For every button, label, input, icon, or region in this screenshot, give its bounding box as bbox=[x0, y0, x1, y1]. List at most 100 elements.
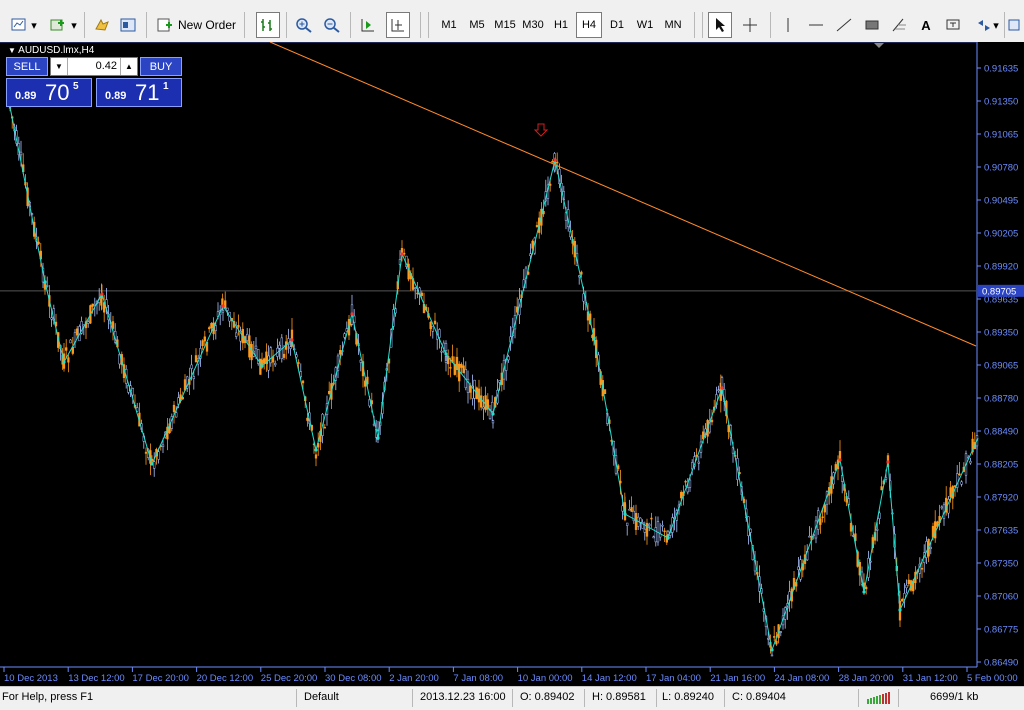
zigzag-line bbox=[9, 106, 979, 652]
navigator-icon[interactable] bbox=[116, 12, 140, 38]
candle-body bbox=[535, 225, 539, 228]
cursor-icon[interactable] bbox=[708, 12, 732, 38]
pivot-point bbox=[898, 608, 902, 612]
market-watch-icon[interactable] bbox=[90, 12, 114, 38]
candle-body bbox=[414, 287, 417, 290]
crosshair-icon[interactable] bbox=[738, 12, 762, 38]
sell-price-box[interactable]: 0.89 70 5 bbox=[6, 78, 92, 107]
candle-body bbox=[192, 376, 195, 379]
fibonacci-icon[interactable] bbox=[888, 12, 912, 38]
timeframe-m1[interactable]: M1 bbox=[436, 12, 462, 38]
trendline-icon[interactable] bbox=[832, 12, 856, 38]
trendline bbox=[269, 42, 977, 347]
candle-body bbox=[460, 363, 463, 368]
timeframe-m30[interactable]: M30 bbox=[520, 12, 546, 38]
sell-price-big: 70 bbox=[45, 80, 70, 105]
pivot-point bbox=[886, 460, 890, 464]
candle-body bbox=[161, 444, 165, 447]
text-label-icon[interactable] bbox=[942, 12, 966, 38]
sell-signal-arrow-icon bbox=[533, 123, 549, 137]
candle-body bbox=[779, 631, 782, 633]
candle-body bbox=[203, 336, 206, 342]
candle-body bbox=[819, 518, 822, 525]
candle-body bbox=[67, 357, 70, 363]
timeframe-h1[interactable]: H1 bbox=[548, 12, 574, 38]
lot-size-value: 0.42 bbox=[95, 60, 117, 72]
candle-body bbox=[940, 506, 943, 509]
pivot-point bbox=[221, 304, 225, 308]
candle-body bbox=[19, 151, 23, 156]
price-chart[interactable]: 0.91635 0.91350 0.91065 0.90780 0.90495 0.902… bbox=[0, 42, 1024, 686]
bar-chart-icon[interactable] bbox=[256, 12, 280, 38]
candle-body bbox=[617, 465, 620, 470]
price-label: 0.86775 bbox=[984, 625, 1018, 636]
price-label: 0.90495 bbox=[984, 196, 1018, 207]
candle-body bbox=[960, 481, 963, 485]
candle-body bbox=[905, 584, 908, 589]
candle-body bbox=[208, 327, 211, 330]
chart-window[interactable]: 0.91635 0.91350 0.91065 0.90780 0.90495 0.902… bbox=[0, 42, 1024, 686]
chart-shift-icon[interactable] bbox=[386, 12, 410, 38]
lot-size-stepper[interactable]: ▼ 0.42 ▲ bbox=[50, 57, 138, 76]
timeframe-w1[interactable]: W1 bbox=[632, 12, 658, 38]
candle-body bbox=[297, 362, 300, 364]
buy-price-box[interactable]: 0.89 71 1 bbox=[96, 78, 182, 107]
candle-body bbox=[808, 535, 811, 538]
candle-body bbox=[666, 530, 670, 535]
status-profile[interactable]: Default bbox=[304, 691, 339, 703]
timeframe-m15[interactable]: M15 bbox=[492, 12, 518, 38]
zoom-out-icon[interactable] bbox=[320, 12, 344, 38]
candle-body bbox=[76, 328, 79, 336]
candle-body bbox=[507, 356, 510, 361]
price-label: 0.90780 bbox=[984, 163, 1018, 174]
rectangle-icon[interactable] bbox=[860, 12, 884, 38]
candle-body bbox=[269, 347, 272, 364]
timeframe-d1[interactable]: D1 bbox=[604, 12, 630, 38]
candle-body bbox=[416, 292, 419, 295]
candle-body bbox=[190, 364, 193, 369]
candle-body bbox=[263, 358, 266, 364]
chevron-down-icon[interactable]: ▾ bbox=[68, 12, 80, 38]
candle-body bbox=[821, 516, 824, 518]
candle-body bbox=[697, 461, 700, 464]
pivot-point bbox=[290, 338, 294, 342]
price-label: 0.87635 bbox=[984, 526, 1018, 537]
date-label: 28 Jan 20:00 bbox=[839, 673, 894, 684]
sell-price-prefix: 0.89 bbox=[15, 90, 37, 102]
date-label: 20 Dec 12:00 bbox=[197, 673, 254, 684]
price-label: 0.87060 bbox=[984, 592, 1018, 603]
profiles-icon[interactable] bbox=[46, 12, 70, 38]
lot-decrease-icon[interactable]: ▼ bbox=[51, 58, 68, 75]
pivot-point bbox=[862, 590, 866, 594]
sell-button[interactable]: SELL bbox=[6, 57, 48, 76]
buy-price-prefix: 0.89 bbox=[105, 90, 127, 102]
chevron-down-icon[interactable]: ▾ bbox=[990, 12, 1002, 38]
lot-increase-icon[interactable]: ▲ bbox=[120, 58, 137, 75]
candle-body bbox=[144, 451, 148, 454]
candle-body bbox=[328, 391, 331, 395]
buy-button[interactable]: BUY bbox=[140, 57, 182, 76]
candle-body bbox=[175, 412, 178, 418]
vertical-line-icon[interactable] bbox=[776, 12, 800, 38]
price-label: 0.91065 bbox=[984, 130, 1018, 141]
auto-scroll-icon[interactable] bbox=[356, 12, 380, 38]
candle-body bbox=[469, 385, 472, 393]
pivot-point bbox=[491, 412, 495, 416]
candle-body bbox=[46, 285, 49, 287]
text-tool-icon[interactable]: A bbox=[914, 12, 938, 38]
candle-body bbox=[444, 343, 448, 351]
price-label: 0.88205 bbox=[984, 460, 1018, 471]
timeframe-h4[interactable]: H4 bbox=[576, 12, 602, 38]
timeframe-m5[interactable]: M5 bbox=[464, 12, 490, 38]
timeframe-mn[interactable]: MN bbox=[660, 12, 686, 38]
horizontal-line-icon[interactable] bbox=[804, 12, 828, 38]
candle-body bbox=[214, 325, 217, 331]
candle-body bbox=[958, 473, 961, 476]
new-order-button[interactable]: New Order bbox=[152, 12, 240, 38]
extra-tools-icon[interactable] bbox=[1006, 12, 1024, 38]
zoom-in-icon[interactable] bbox=[292, 12, 316, 38]
chevron-down-icon[interactable]: ▾ bbox=[28, 12, 40, 38]
price-label: 0.91635 bbox=[984, 64, 1018, 75]
date-label: 17 Dec 20:00 bbox=[132, 673, 189, 684]
candle-body bbox=[201, 340, 204, 347]
